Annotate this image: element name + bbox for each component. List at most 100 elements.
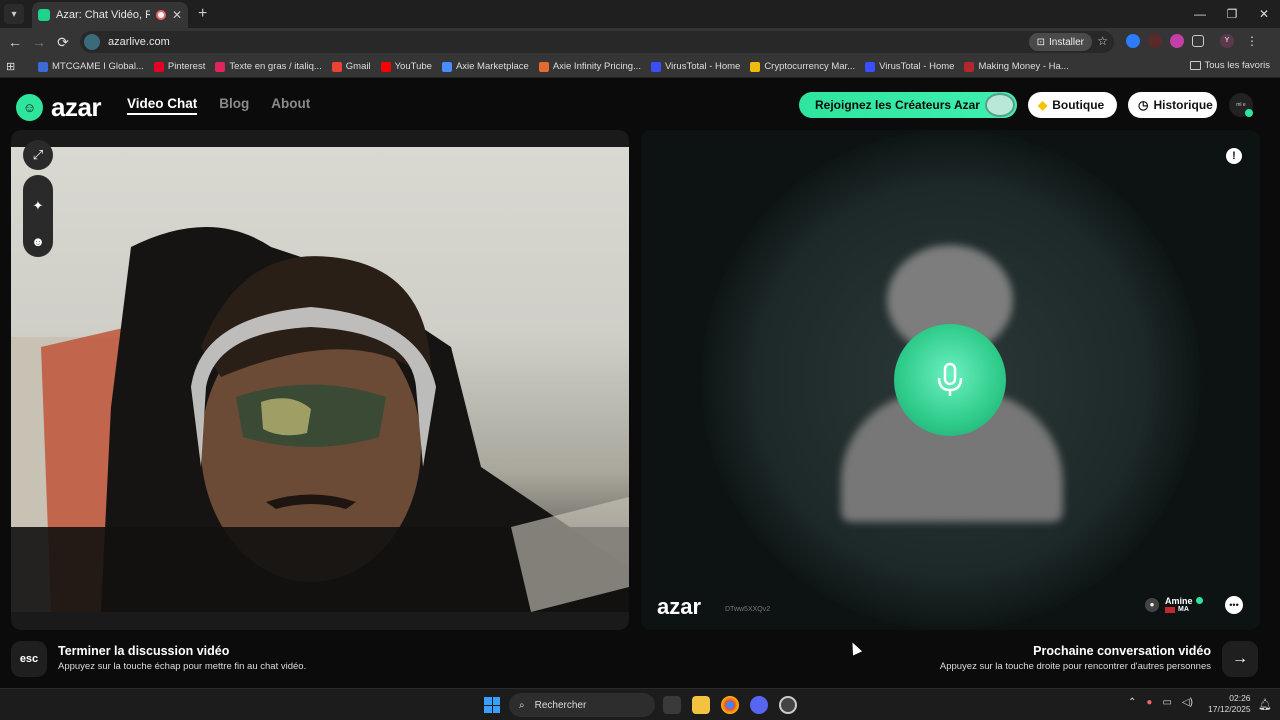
minimize-icon[interactable]: — [1184, 0, 1216, 28]
microphone-icon [894, 324, 1006, 436]
close-window-icon[interactable]: ✕ [1248, 0, 1280, 28]
bookmark-favicon-icon [650, 61, 661, 72]
file-explorer-icon[interactable] [692, 696, 710, 714]
bookmark-item[interactable]: Axie Infinity Pricing... [538, 61, 641, 72]
bookmark-item[interactable]: Cryptocurrency Mar... [750, 61, 855, 72]
notifications-icon[interactable]: 🔔︎ [1258, 698, 1272, 711]
nav-about[interactable]: About [271, 96, 310, 115]
expand-icon[interactable]: ⤢ [23, 140, 53, 170]
logo-text: azar [51, 92, 102, 122]
taskbar-search[interactable]: ⌕ Rechercher [509, 693, 655, 717]
bookmark-item[interactable]: VirusTotal - Home [650, 61, 741, 72]
end-chat-button[interactable]: esc [11, 641, 47, 677]
network-icon[interactable]: ▭ [1162, 697, 1171, 708]
back-icon[interactable]: ← [3, 34, 27, 50]
bookmark-item[interactable]: Axie Marketplace [441, 61, 529, 72]
bookmark-item[interactable]: MTCGAME I Global... [38, 61, 144, 72]
bookmark-favicon-icon [380, 61, 391, 72]
clock-icon: ◷ [1138, 98, 1149, 112]
bookmark-label: MTCGAME I Global... [52, 61, 144, 72]
clock-date: 17/12/2025 [1208, 704, 1251, 714]
bookmark-favicon-icon [153, 61, 164, 72]
system-tray: ⌃ ● ▭ ◁) [1128, 697, 1193, 708]
chrome-icon[interactable] [721, 696, 739, 714]
bookmark-favicon-icon [215, 61, 226, 72]
bookmark-label: VirusTotal - Home [664, 61, 741, 72]
browser-menu-icon[interactable]: ⋮ [1246, 34, 1258, 48]
bookmark-item[interactable]: Texte en gras / italiq... [215, 61, 322, 72]
end-chat-title: Terminer la discussion vidéo [58, 644, 230, 658]
start-button[interactable] [484, 697, 500, 713]
online-status-dot [1245, 109, 1253, 117]
main-nav: Video Chat Blog About [127, 96, 310, 115]
clock[interactable]: 02:26 17/12/2025 [1208, 693, 1251, 715]
user-icon: ● [1145, 597, 1159, 612]
extensions-area: Y ⋮ [1126, 34, 1258, 48]
extension-icon[interactable] [1170, 34, 1184, 48]
chevron-up-icon[interactable]: ⌃ [1128, 697, 1136, 708]
extension-icon[interactable] [1148, 34, 1162, 48]
window-controls: — ❐ ✕ [1184, 0, 1280, 28]
bookmark-list: MTCGAME I Global... Pinterest Texte en gra… [28, 61, 1069, 72]
bookmark-star-icon[interactable]: ☆ [1097, 34, 1108, 48]
chat-icon[interactable]: ••• [1225, 596, 1243, 614]
bookmark-item[interactable]: Making Money - Ha... [964, 61, 1069, 72]
bookmark-label: YouTube [394, 61, 432, 72]
bookmark-item[interactable]: Pinterest [153, 61, 205, 72]
next-arrow-button[interactable]: → [1222, 641, 1258, 677]
end-chat-hint: Appuyez sur la touche échap pour mettre … [58, 661, 307, 672]
bookmark-item[interactable]: VirusTotal - Home [865, 61, 954, 72]
windows-taskbar: ⌕ Rechercher ⌃ ● ▭ ◁) 02:26 17/12/2025 🔔… [0, 688, 1280, 720]
azar-page: ☺ azar Video Chat Blog About Rejoignez l… [0, 78, 1280, 688]
bookmark-item[interactable]: Gmail [331, 61, 371, 72]
discord-icon[interactable] [750, 696, 768, 714]
install-app-button[interactable]: ⊡ Installer [1028, 33, 1092, 51]
tab-strip: ▾ Azar: Chat Vidéo, Rencontre ✕ + — ❐ ✕ [0, 0, 1280, 28]
nav-video-chat[interactable]: Video Chat [127, 96, 198, 115]
face-filter-icon[interactable]: ☻ [23, 226, 53, 256]
clock-time: 02:26 [1229, 693, 1251, 703]
shop-label: Boutique [1052, 98, 1105, 112]
profile-icon[interactable]: Y [1220, 34, 1234, 48]
browser-tab[interactable]: Azar: Chat Vidéo, Rencontre ✕ [32, 2, 188, 28]
bookmark-label: Cryptocurrency Mar... [764, 61, 856, 72]
bookmark-favicon-icon [750, 61, 761, 72]
history-label: Historique [1153, 98, 1213, 112]
install-label: Installer [1048, 36, 1084, 48]
azar-logo-icon: ☺ [16, 94, 43, 121]
self-video-feed [11, 147, 629, 612]
next-chat-title: Prochaine conversation vidéo [1033, 644, 1211, 658]
bookmark-item[interactable]: YouTube [380, 61, 432, 72]
app-icon[interactable] [779, 696, 797, 714]
volume-icon[interactable]: ◁) [1182, 697, 1193, 708]
recording-indicator-icon [155, 10, 166, 20]
azar-logo[interactable]: ☺ azar [16, 92, 102, 123]
url-text: azarlive.com [108, 36, 170, 48]
report-icon[interactable]: ! [1226, 148, 1242, 164]
close-tab-icon[interactable]: ✕ [172, 8, 182, 22]
restore-icon[interactable]: ❐ [1216, 0, 1248, 28]
apps-grid-icon[interactable]: ⊞ [6, 60, 28, 73]
extension-icon[interactable] [1126, 34, 1140, 48]
history-button[interactable]: ◷ Historique [1128, 92, 1217, 118]
shop-button[interactable]: ◆ Boutique [1028, 92, 1117, 118]
bookmark-label: Making Money - Ha... [978, 61, 1069, 72]
sparkle-effects-icon[interactable]: ✦ [23, 191, 53, 221]
new-tab-button[interactable]: + [198, 5, 207, 23]
gem-icon: ◆ [1038, 98, 1048, 112]
bookmark-label: Axie Infinity Pricing... [552, 61, 641, 72]
store-icon[interactable] [663, 696, 681, 714]
search-icon: ⌕ [519, 699, 525, 711]
extensions-puzzle-icon[interactable] [1192, 35, 1204, 47]
address-bar[interactable]: azarlive.com ⊡ Installer ☆ [80, 31, 1114, 53]
reload-icon[interactable]: ⟳ [51, 34, 75, 51]
microphone-tray-icon[interactable]: ● [1146, 697, 1152, 708]
site-info-icon[interactable] [84, 34, 100, 50]
creator-badge-icon [985, 93, 1015, 117]
forward-icon[interactable]: → [27, 34, 51, 50]
tab-search-button[interactable]: ▾ [4, 4, 24, 24]
partner-info[interactable]: ● Amine MA [1145, 596, 1203, 613]
nav-blog[interactable]: Blog [219, 96, 249, 115]
all-bookmarks-button[interactable]: Tous les favoris [1189, 60, 1270, 71]
join-creators-button[interactable]: Rejoignez les Créateurs Azar [799, 92, 1017, 118]
